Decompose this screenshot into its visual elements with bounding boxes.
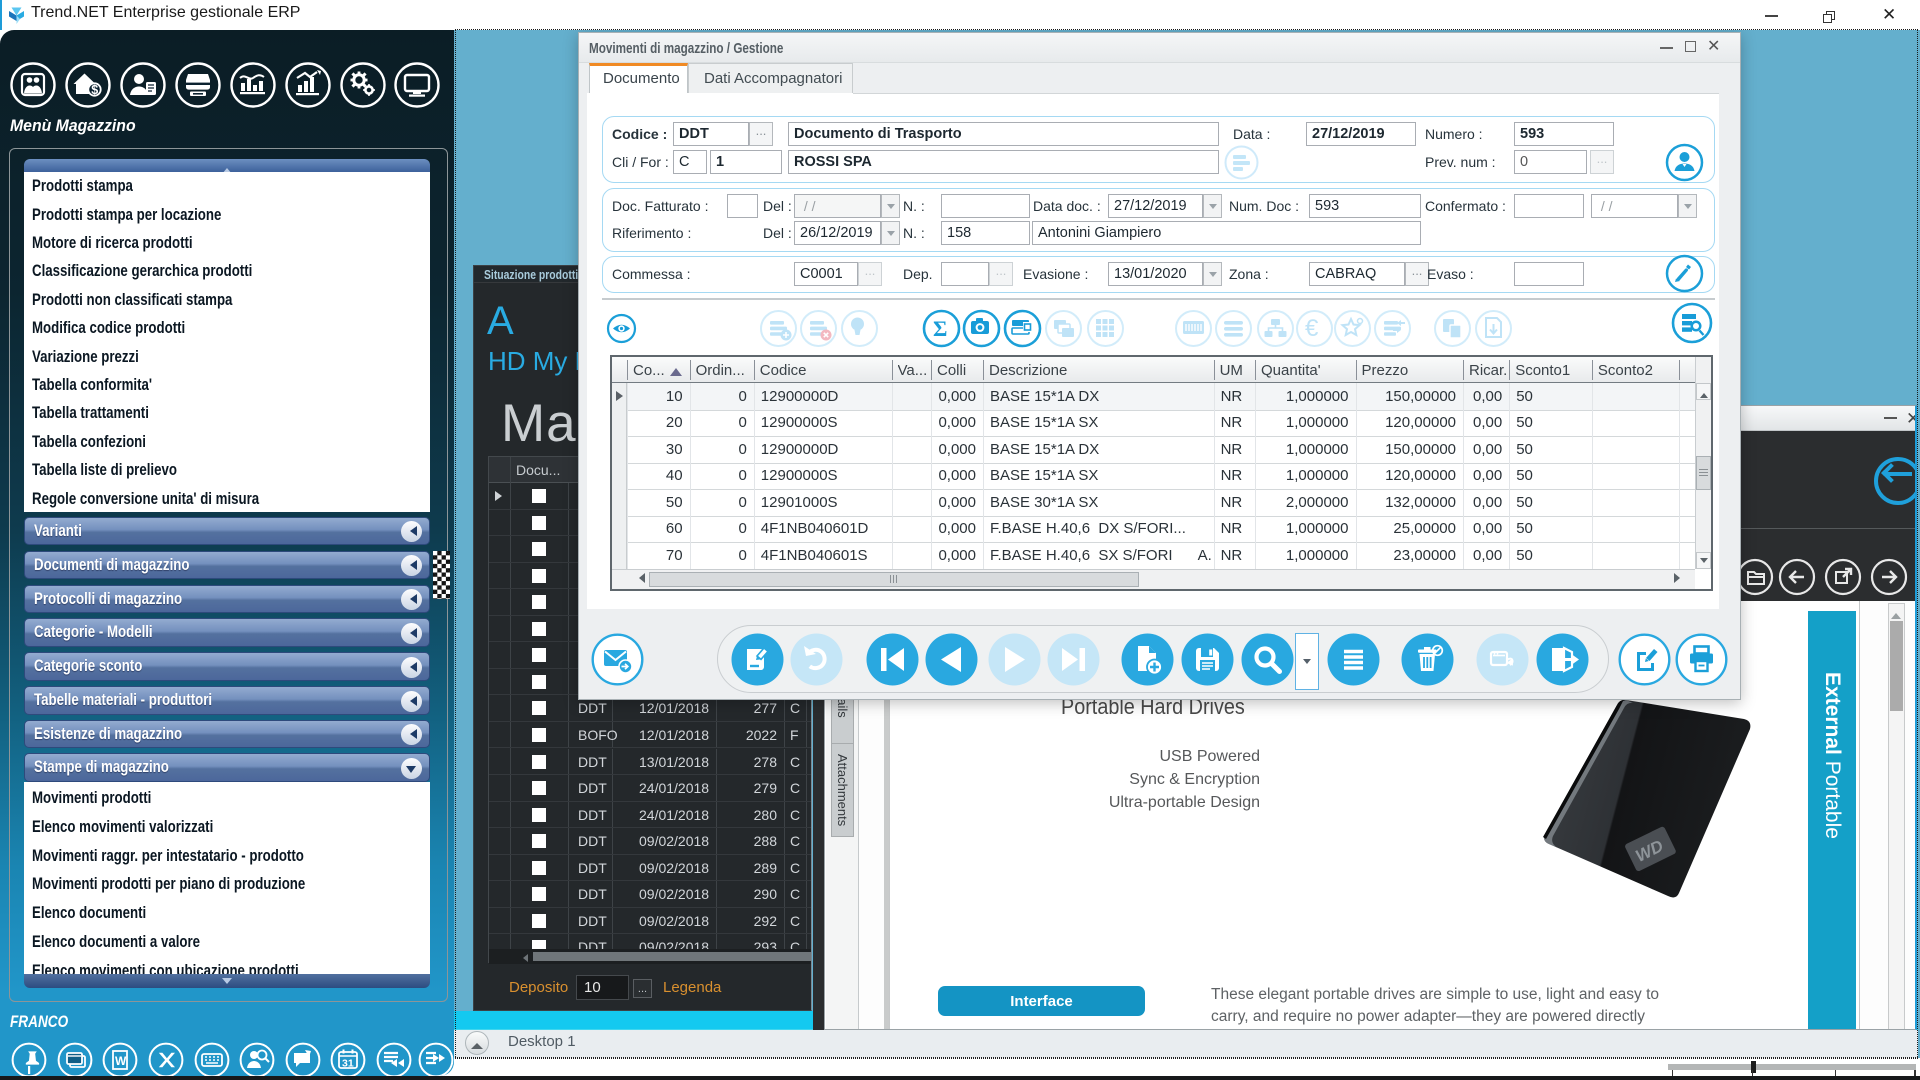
svg-text:W: W — [115, 1054, 127, 1068]
svg-text:Σ: Σ — [933, 316, 947, 341]
svg-text:31: 31 — [342, 1058, 354, 1070]
svg-text:$: $ — [91, 83, 98, 97]
svg-text:€: € — [1305, 315, 1319, 342]
